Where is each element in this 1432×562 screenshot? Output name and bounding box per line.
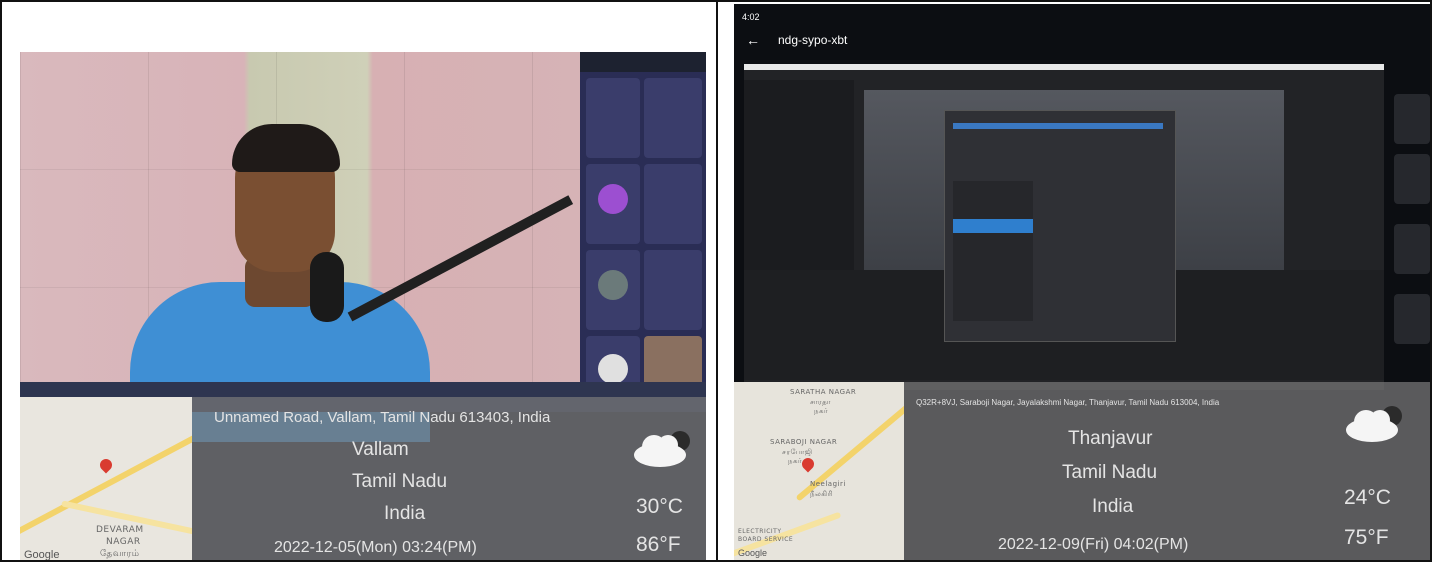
participant-tile bbox=[586, 250, 640, 330]
meeting-title: ndg-sypo-xbt bbox=[778, 33, 848, 47]
person-hair bbox=[232, 124, 340, 172]
map-label: தேவாரம் bbox=[100, 549, 140, 559]
map-label: BOARD SERVICE bbox=[738, 536, 794, 543]
participant-tile bbox=[1394, 154, 1430, 204]
video-call-participant-grid bbox=[580, 72, 706, 412]
dialog-scene-list bbox=[953, 123, 1163, 129]
map-label: நீலகிரி bbox=[810, 490, 834, 498]
participant-tile bbox=[644, 250, 702, 330]
temperature-fahrenheit: 86°F bbox=[636, 533, 681, 556]
map-label: சரபோஜி bbox=[782, 448, 813, 456]
map-label: DEVARAM bbox=[96, 525, 144, 535]
status-bar-time: 4:02 bbox=[742, 12, 760, 22]
country-text: India bbox=[1092, 496, 1134, 517]
map-label: நகர் bbox=[788, 457, 803, 465]
state-text: Tamil Nadu bbox=[1062, 462, 1158, 483]
right-geotagged-photo: 4:02 ← ndg-sypo-xbt SARATHA NAGAR சாரதா … bbox=[734, 4, 1430, 560]
temperature-celsius: 24°C bbox=[1344, 486, 1391, 509]
map-label: நகர் bbox=[814, 407, 829, 415]
microphone bbox=[310, 252, 344, 322]
participant-tile bbox=[644, 78, 702, 158]
map-label: NAGAR bbox=[106, 537, 141, 547]
screen-share-monitor bbox=[744, 64, 1384, 390]
country-text: India bbox=[384, 503, 426, 524]
right-photo-cell: 4:02 ← ndg-sypo-xbt SARATHA NAGAR சாரதா … bbox=[716, 0, 1432, 562]
left-photo-cell: DEVARAM NAGAR தேவாரம் Google Unnamed Roa… bbox=[0, 0, 718, 562]
google-logo: Google bbox=[738, 548, 768, 558]
datetime-text: 2022-12-09(Fri) 04:02(PM) bbox=[998, 536, 1189, 553]
participant-tile bbox=[1394, 94, 1430, 144]
location-map: SARATHA NAGAR சாரதா நகர் SARABOJI NAGAR … bbox=[734, 382, 904, 560]
participant-tile bbox=[586, 164, 640, 244]
location-overlay: Q32R+8VJ, Saraboji Nagar, Jayalakshmi Na… bbox=[904, 382, 1430, 560]
participant-tile bbox=[644, 164, 702, 244]
build-settings-dialog bbox=[944, 110, 1176, 342]
google-logo: Google bbox=[24, 549, 60, 561]
dialog-selected-platform bbox=[953, 219, 1033, 233]
left-geotagged-photo: DEVARAM NAGAR தேவாரம் Google Unnamed Roa… bbox=[20, 52, 706, 561]
map-road bbox=[20, 423, 192, 537]
participant-tile bbox=[1394, 224, 1430, 274]
cloudy-night-icon bbox=[634, 431, 690, 467]
map-label: SARABOJI NAGAR bbox=[770, 438, 838, 446]
map-label: சாரதா bbox=[810, 398, 831, 406]
datetime-text: 2022-12-05(Mon) 03:24(PM) bbox=[274, 539, 477, 556]
city-text: Vallam bbox=[352, 439, 409, 460]
temperature-fahrenheit: 75°F bbox=[1344, 526, 1389, 549]
location-map: DEVARAM NAGAR தேவாரம் Google bbox=[20, 397, 192, 561]
dialog-platform-list bbox=[953, 181, 1033, 321]
address-text: Q32R+8VJ, Saraboji Nagar, Jayalakshmi Na… bbox=[916, 398, 1220, 407]
avatar bbox=[598, 184, 628, 214]
location-overlay: Unnamed Road, Vallam, Tamil Nadu 613403,… bbox=[192, 397, 706, 560]
avatar bbox=[598, 270, 628, 300]
map-pin-icon bbox=[97, 456, 115, 474]
back-arrow-icon[interactable]: ← bbox=[746, 32, 760, 48]
map-label: SARATHA NAGAR bbox=[790, 388, 857, 396]
avatar bbox=[598, 354, 628, 384]
city-text: Thanjavur bbox=[1068, 428, 1153, 449]
participant-tile bbox=[586, 78, 640, 158]
state-text: Tamil Nadu bbox=[352, 471, 448, 492]
map-label: Neelagiri bbox=[810, 480, 846, 488]
cloudy-night-icon bbox=[1346, 406, 1402, 442]
map-label: ELECTRICITY bbox=[738, 528, 782, 535]
address-text: Unnamed Road, Vallam, Tamil Nadu 613403,… bbox=[214, 409, 551, 426]
participant-tile bbox=[1394, 294, 1430, 344]
temperature-celsius: 30°C bbox=[636, 495, 683, 518]
